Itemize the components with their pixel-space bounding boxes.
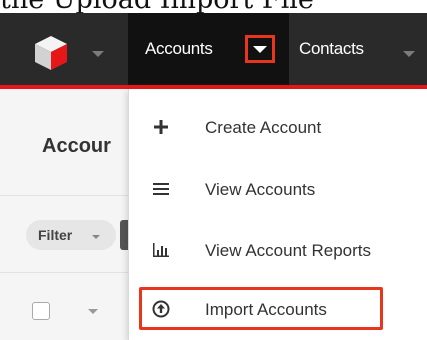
page-title: Accour xyxy=(42,135,111,157)
top-navbar: Accounts Contacts xyxy=(0,13,427,89)
chevron-down-icon xyxy=(92,235,100,239)
plus-icon xyxy=(154,120,168,134)
menu-item-label: Create Account xyxy=(205,118,322,137)
menu-item-view-accounts[interactable]: View Accounts xyxy=(129,167,427,213)
accounts-dropdown-toggle[interactable] xyxy=(245,35,275,63)
nav-tab-contacts[interactable]: Contacts xyxy=(299,39,364,59)
divider xyxy=(0,195,130,196)
logo-menu-button[interactable] xyxy=(0,13,128,85)
menu-item-label: View Accounts xyxy=(205,180,316,199)
chevron-down-icon xyxy=(92,51,104,57)
chevron-down-icon[interactable] xyxy=(88,309,98,314)
filter-label: Filter xyxy=(38,227,73,243)
list-icon xyxy=(153,183,169,195)
nav-accounts-label: Accounts xyxy=(145,39,213,58)
chevron-down-icon[interactable] xyxy=(403,51,415,57)
menu-item-view-account-reports[interactable]: View Account Reports xyxy=(129,228,427,274)
menu-item-label: View Account Reports xyxy=(205,241,371,260)
import-accounts-highlight xyxy=(139,287,383,330)
bar-chart-icon xyxy=(153,243,169,257)
divider xyxy=(0,272,130,273)
chevron-down-icon xyxy=(253,46,267,53)
nav-tab-accounts[interactable]: Accounts xyxy=(128,13,289,85)
sugar-cube-logo-icon xyxy=(35,36,67,70)
menu-item-create-account[interactable]: Create Account xyxy=(129,105,427,151)
select-all-checkbox[interactable] xyxy=(32,302,50,320)
